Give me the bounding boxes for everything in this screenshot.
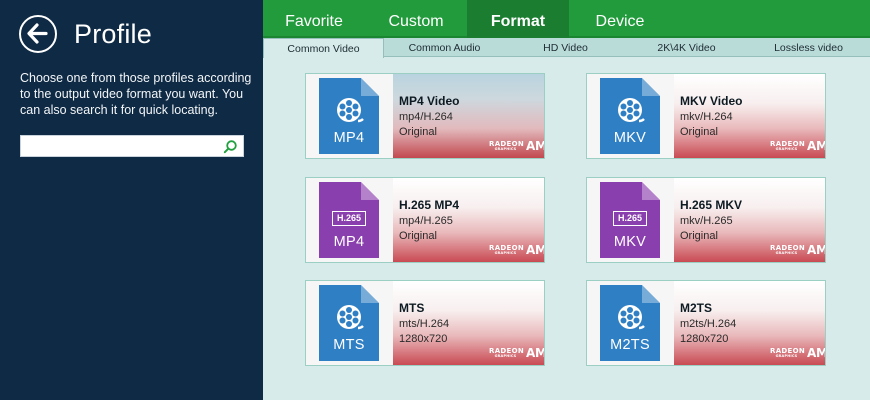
file-format-icon: MTS bbox=[319, 285, 379, 361]
profile-card-mp4-video[interactable]: MP4 MP4 Video mp4/H.264 Original RADEON G… bbox=[305, 73, 545, 159]
subtab-hd-video[interactable]: HD Video bbox=[505, 38, 626, 57]
file-format-label: MKV bbox=[613, 130, 647, 146]
profile-resolution: 1280x720 bbox=[399, 333, 448, 345]
tab-device[interactable]: Device bbox=[569, 0, 671, 38]
profile-resolution: Original bbox=[680, 126, 718, 138]
tab-favorite[interactable]: Favorite bbox=[263, 0, 365, 38]
format-subcategory-tabs: Common Video Common Audio HD Video 2K\4K… bbox=[263, 38, 870, 58]
profile-name: MP4 Video bbox=[399, 94, 460, 108]
profile-codec: m2ts/H.264 bbox=[680, 318, 737, 330]
profile-card-h265-mkv[interactable]: H.265 MKV H.265 MKV mkv/H.265 Original R… bbox=[586, 177, 826, 263]
profile-resolution: Original bbox=[399, 126, 437, 138]
h265-badge: H.265 bbox=[613, 211, 647, 226]
film-reel-icon bbox=[337, 98, 364, 123]
profile-name: M2TS bbox=[680, 301, 713, 315]
search-box[interactable] bbox=[20, 135, 244, 157]
radeon-logo: RADEON GRAPHICS bbox=[770, 140, 806, 152]
arrow-left-icon bbox=[27, 23, 48, 44]
search-input[interactable] bbox=[25, 138, 215, 154]
file-format-icon: M2TS bbox=[600, 285, 660, 361]
subtab-common-video[interactable]: Common Video bbox=[263, 38, 384, 58]
radeon-logo: RADEON GRAPHICS bbox=[489, 244, 525, 256]
radeon-logo: RADEON GRAPHICS bbox=[770, 347, 806, 359]
profile-resolution: Original bbox=[399, 230, 437, 242]
profile-card-mts[interactable]: MTS MTS mts/H.264 1280x720 RADEON GRAPHIC… bbox=[305, 280, 545, 366]
format-category-tabs: Favorite Custom Format Device bbox=[263, 0, 870, 38]
profile-name: H.265 MP4 bbox=[399, 198, 460, 212]
file-format-label: MP4 bbox=[333, 234, 365, 250]
amd-logo: AMD bbox=[807, 139, 825, 153]
amd-logo: AMD bbox=[807, 243, 825, 257]
radeon-logo: RADEON GRAPHICS bbox=[489, 140, 525, 152]
profile-name: H.265 MKV bbox=[680, 198, 743, 212]
subtab-lossless-video[interactable]: Lossless video bbox=[747, 38, 870, 57]
profile-card-m2ts[interactable]: M2TS M2TS m2ts/H.264 1280x720 RADEON GRAP… bbox=[586, 280, 826, 366]
profile-codec: mp4/H.264 bbox=[399, 111, 453, 123]
profile-card-mkv-video[interactable]: MKV MKV Video mkv/H.264 Original RADEON G… bbox=[586, 73, 826, 159]
amd-logo: AMD bbox=[807, 346, 825, 360]
subtab-2k4k-video[interactable]: 2K\4K Video bbox=[626, 38, 747, 57]
file-format-icon: MP4 bbox=[319, 78, 379, 154]
film-reel-icon bbox=[337, 305, 364, 330]
subtab-common-audio[interactable]: Common Audio bbox=[384, 38, 505, 57]
amd-logo: AMD bbox=[526, 346, 544, 360]
amd-logo: AMD bbox=[526, 243, 544, 257]
profile-description: Choose one from those profiles according… bbox=[20, 71, 252, 117]
profile-resolution: 1280x720 bbox=[680, 333, 729, 345]
page-title: Profile bbox=[74, 19, 152, 49]
radeon-logo: RADEON GRAPHICS bbox=[489, 347, 525, 359]
file-format-icon: MKV bbox=[600, 78, 660, 154]
file-format-icon: H.265 MKV bbox=[600, 182, 660, 258]
film-reel-icon bbox=[618, 98, 645, 123]
profile-codec: mkv/H.264 bbox=[680, 111, 733, 123]
sidebar: Profile Choose one from those profiles a… bbox=[0, 0, 263, 400]
amd-logo: AMD bbox=[526, 139, 544, 153]
file-format-label: MTS bbox=[333, 337, 365, 353]
profile-codec: mp4/H.265 bbox=[399, 215, 453, 227]
profile-resolution: Original bbox=[680, 230, 718, 242]
profile-name: MKV Video bbox=[680, 94, 743, 108]
file-format-icon: H.265 MP4 bbox=[319, 182, 379, 258]
profile-codec: mkv/H.265 bbox=[680, 215, 733, 227]
tab-custom[interactable]: Custom bbox=[365, 0, 467, 38]
profile-name: MTS bbox=[399, 301, 425, 315]
file-format-label: MKV bbox=[613, 234, 647, 250]
profile-codec: mts/H.264 bbox=[399, 318, 450, 330]
back-button[interactable] bbox=[19, 15, 57, 53]
file-format-label: M2TS bbox=[610, 337, 650, 353]
profile-card-h265-mp4[interactable]: H.265 MP4 H.265 MP4 mp4/H.265 Original R… bbox=[305, 177, 545, 263]
file-format-label: MP4 bbox=[333, 130, 365, 146]
tab-format[interactable]: Format bbox=[467, 0, 569, 38]
radeon-logo: RADEON GRAPHICS bbox=[770, 244, 806, 256]
film-reel-icon bbox=[618, 305, 645, 330]
h265-badge: H.265 bbox=[332, 211, 366, 226]
search-icon[interactable] bbox=[223, 139, 238, 154]
